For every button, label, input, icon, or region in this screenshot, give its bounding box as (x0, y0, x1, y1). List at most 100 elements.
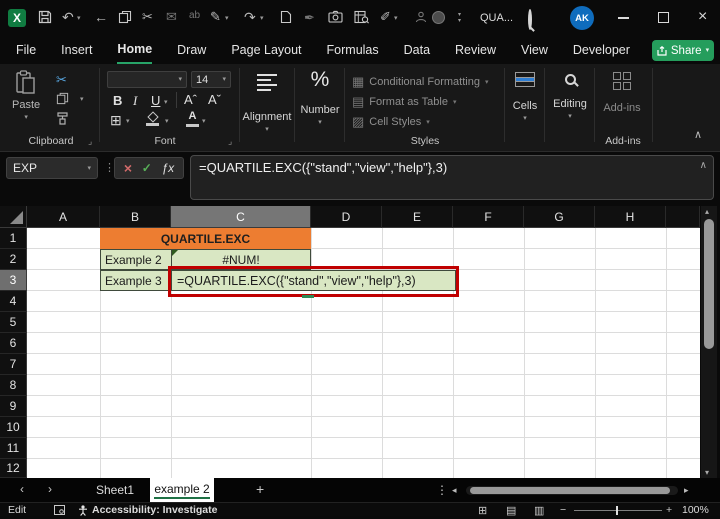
normal-view-icon[interactable]: ⊞ (478, 504, 487, 517)
cut-icon[interactable]: ✂ (142, 10, 153, 23)
zoom-slider-thumb[interactable] (616, 506, 618, 515)
avatar[interactable]: AK (570, 6, 594, 30)
font-name-combo[interactable]: ▾ (107, 71, 187, 88)
accessibility-status[interactable]: Accessibility: Investigate (92, 504, 217, 516)
cell-styles-button[interactable]: ▨ Cell Styles ▾ (352, 114, 430, 130)
zoom-out-button[interactable]: − (560, 504, 566, 516)
menu-insert[interactable]: Insert (61, 38, 92, 63)
minimize-button[interactable] (618, 17, 629, 19)
font-size-combo[interactable]: 14 ▾ (191, 71, 231, 88)
horizontal-scrollbar-thumb[interactable] (470, 487, 670, 494)
menu-page-layout[interactable]: Page Layout (231, 38, 301, 63)
ink-pen-icon[interactable]: ✎ (210, 10, 221, 23)
close-button[interactable]: × (698, 8, 707, 26)
prev-sheet-icon[interactable]: ‹ (20, 482, 24, 496)
number-button[interactable]: % Number ▾ (298, 68, 342, 126)
cancel-icon[interactable]: × (124, 160, 132, 176)
menu-developer[interactable]: Developer (573, 38, 630, 63)
menu-view[interactable]: View (521, 38, 548, 63)
paste-button[interactable]: Paste ▾ (12, 70, 40, 121)
conditional-formatting-button[interactable]: ▦ Conditional Formatting ▾ (352, 74, 488, 90)
underline-button[interactable]: U (151, 93, 160, 108)
row-header-8[interactable]: 8 (0, 375, 27, 396)
formula-input[interactable]: =QUARTILE.EXC({"stand","view","help"},3)… (190, 155, 714, 200)
tab-sheet1[interactable]: Sheet1 (96, 483, 134, 497)
maximize-button[interactable] (658, 12, 669, 23)
select-all-corner[interactable] (0, 206, 27, 228)
column-header-c[interactable]: C (171, 206, 311, 228)
tab-example2[interactable]: example 2 (150, 478, 214, 502)
menu-draw[interactable]: Draw (177, 38, 206, 63)
form-dropdown-icon[interactable]: ▾ (394, 15, 398, 22)
share-button[interactable]: Share ▾ (652, 40, 714, 61)
ink-pen-dropdown-icon[interactable]: ▾ (225, 15, 229, 22)
row-header-3[interactable]: 3 (0, 270, 27, 291)
row-header-10[interactable]: 10 (0, 417, 27, 438)
redo-icon[interactable]: ↷ (244, 10, 256, 24)
vertical-scrollbar[interactable]: ▴ ▾ (701, 206, 717, 478)
name-box[interactable]: EXP ▾ (6, 157, 98, 179)
add-sheet-button[interactable]: + (256, 481, 264, 497)
editing-button[interactable]: Editing ▾ (548, 72, 592, 120)
search-label[interactable]: QUA... (480, 12, 513, 24)
grow-font-button[interactable]: Aˆ (184, 92, 197, 107)
macro-record-icon[interactable] (54, 505, 65, 518)
row-header-5[interactable]: 5 (0, 312, 27, 333)
column-header-a[interactable]: A (27, 206, 100, 228)
redo-dropdown-icon[interactable]: ▾ (260, 15, 264, 22)
expand-formula-bar-icon[interactable]: ∧ (700, 160, 707, 171)
clipboard-dialog-launcher[interactable]: ⌟ (88, 136, 92, 147)
row-header-7[interactable]: 7 (0, 354, 27, 375)
column-header-b[interactable]: B (100, 206, 171, 228)
enter-icon[interactable]: ✓ (142, 161, 152, 175)
underline-dropdown-icon[interactable]: ▾ (164, 99, 168, 106)
cells-button[interactable]: Cells ▾ (508, 72, 542, 122)
copy-icon[interactable] (118, 10, 132, 29)
scroll-down-icon[interactable]: ▾ (705, 468, 709, 477)
camera-icon[interactable] (328, 10, 343, 28)
fill-color-button[interactable] (146, 111, 159, 126)
font-dialog-launcher[interactable]: ⌟ (228, 136, 232, 147)
row-header-12[interactable]: 12 (0, 459, 27, 478)
shrink-font-button[interactable]: Aˇ (208, 92, 221, 107)
row-header-11[interactable]: 11 (0, 438, 27, 459)
hscroll-right-icon[interactable]: ▸ (684, 485, 689, 496)
menu-formulas[interactable]: Formulas (327, 38, 379, 63)
format-as-table-button[interactable]: ▤ Format as Table ▾ (352, 94, 456, 110)
vertical-scrollbar-thumb[interactable] (704, 219, 714, 349)
zoom-level[interactable]: 100% (682, 504, 709, 516)
next-sheet-icon[interactable]: › (48, 482, 52, 496)
undo-dropdown-icon[interactable]: ▾ (77, 15, 81, 22)
format-painter-button[interactable] (56, 112, 70, 130)
horizontal-scrollbar[interactable] (466, 486, 678, 495)
save-icon[interactable] (38, 10, 52, 29)
column-header-g[interactable]: G (524, 206, 595, 228)
menu-review[interactable]: Review (455, 38, 496, 63)
borders-dropdown-icon[interactable]: ▾ (126, 118, 130, 125)
alignment-button[interactable]: Alignment ▾ (243, 74, 291, 133)
menu-home[interactable]: Home (117, 37, 153, 64)
page-break-view-icon[interactable]: ▥ (534, 504, 544, 517)
column-header-e[interactable]: E (382, 206, 453, 228)
cut-button[interactable]: ✂ (56, 72, 67, 88)
italic-button[interactable]: I (133, 93, 137, 109)
tab-overflow-icon[interactable]: ⋮ (436, 483, 448, 497)
zoom-in-button[interactable]: + (666, 504, 672, 516)
scroll-up-icon[interactable]: ▴ (705, 207, 709, 216)
font-color-dropdown-icon[interactable]: ▾ (202, 118, 206, 125)
borders-button[interactable]: ⊞ (110, 112, 122, 129)
font-color-button[interactable]: A (186, 110, 199, 127)
new-file-icon[interactable] (280, 10, 292, 29)
form-icon[interactable]: ✐ (380, 10, 391, 23)
column-header-d[interactable]: D (311, 206, 382, 228)
collapse-ribbon-icon[interactable]: ∧ (694, 128, 702, 141)
copy-dropdown-icon[interactable]: ▾ (80, 96, 84, 103)
row-header-2[interactable]: 2 (0, 249, 27, 270)
row-header-1[interactable]: 1 (0, 228, 27, 249)
cell-b3[interactable]: Example 3 (100, 270, 172, 291)
bold-button[interactable]: B (113, 93, 122, 108)
copy-button[interactable] (56, 92, 69, 110)
row-header-6[interactable]: 6 (0, 333, 27, 354)
column-header-h[interactable]: H (595, 206, 666, 228)
row-header-9[interactable]: 9 (0, 396, 27, 417)
